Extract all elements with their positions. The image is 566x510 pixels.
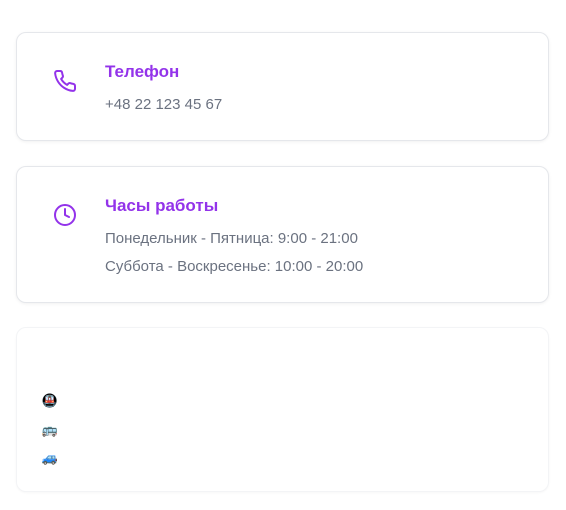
hours-title: Часы работы	[105, 196, 219, 215]
phone-number[interactable]: +48 22 123 45 67	[105, 95, 222, 115]
bus-icon: 🚌	[41, 422, 59, 437]
phone-icon	[53, 69, 77, 93]
clock-icon	[53, 203, 77, 227]
phone-title: Телефон	[105, 62, 180, 81]
metro-icon: 🚇	[41, 393, 59, 408]
transport-card: 🚇 🚌 🚙	[16, 327, 549, 492]
hours-weekend: Суббота - Воскресенье: 10:00 - 20:00	[105, 258, 364, 275]
hours-card: Часы работы Понедельник - Пятница: 9:00 …	[16, 166, 549, 303]
hours-weekdays: Понедельник - Пятница: 9:00 - 21:00	[105, 230, 358, 247]
car-icon: 🚙	[41, 450, 59, 465]
phone-card: Телефон +48 22 123 45 67	[16, 32, 549, 141]
